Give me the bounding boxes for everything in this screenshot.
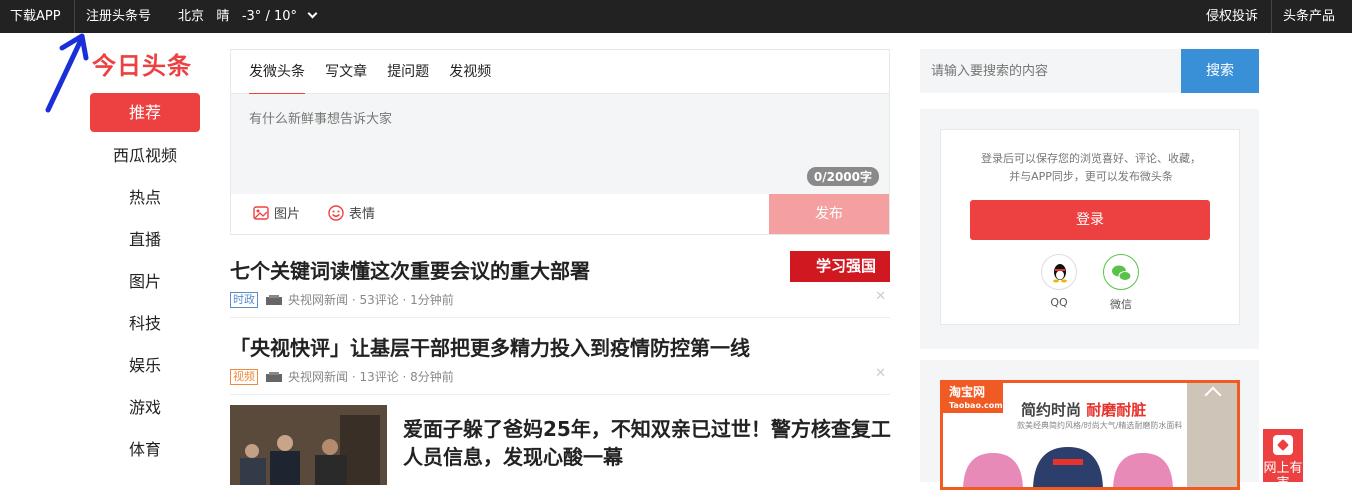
nav-item-live[interactable]: 直播 bbox=[90, 219, 200, 261]
ad-panel: 淘宝网 Taobao.com 简约时尚 耐磨耐脏 款美经典简约风格/时尚大气/精… bbox=[920, 360, 1259, 490]
publish-button[interactable]: 发布 bbox=[769, 194, 889, 234]
image-icon bbox=[253, 206, 269, 220]
emoji-label: 表情 bbox=[349, 207, 376, 222]
news-title[interactable]: 爱面子躲了爸妈25年，不知双亲已过世！警方核查复工 人员信息，发现心酸一幕 bbox=[403, 415, 891, 471]
nav-item-entertainment[interactable]: 娱乐 bbox=[90, 345, 200, 387]
post-placeholder: 有什么新鲜事想告诉大家 bbox=[249, 112, 393, 127]
tab-ask-question[interactable]: 提问题 bbox=[387, 50, 429, 94]
nav-item-games[interactable]: 游戏 bbox=[90, 387, 200, 429]
list-item[interactable]: 爱面子躲了爸妈25年，不知双亲已过世！警方核查复工 人员信息，发现心酸一幕 bbox=[230, 395, 891, 495]
news-title-line: 人员信息，发现心酸一幕 bbox=[403, 445, 623, 469]
news-feed: 七个关键词读懂这次重要会议的重大部署 时政 央视网新闻 · 53评论 · 1分钟… bbox=[230, 241, 891, 495]
nav-item-xigua-video[interactable]: 西瓜视频 bbox=[90, 135, 200, 177]
city: 北京 bbox=[178, 9, 205, 24]
source-avatar-icon bbox=[266, 371, 282, 382]
nav-item-hot[interactable]: 热点 bbox=[90, 177, 200, 219]
news-photo bbox=[230, 405, 387, 485]
news-title[interactable]: 「央视快评」让基层干部把更多精力投入到疫情防控第一线 bbox=[230, 318, 890, 361]
category-tag: 时政 bbox=[230, 291, 258, 308]
insert-image-button[interactable]: 图片 bbox=[253, 194, 300, 234]
ad-headline-highlight: 耐磨耐脏 bbox=[1086, 401, 1147, 419]
search-button[interactable]: 搜索 bbox=[1181, 49, 1259, 93]
qq-icon bbox=[1041, 254, 1077, 290]
news-thumbnail[interactable] bbox=[230, 405, 387, 485]
products-link[interactable]: 头条产品 bbox=[1283, 0, 1335, 33]
char-counter: 0/2000字 bbox=[806, 167, 879, 186]
login-box: 登录后可以保存您的浏览喜好、评论、收藏， 并与APP同步，更可以发布微头条 登录… bbox=[940, 129, 1240, 325]
source-avatar-icon bbox=[266, 294, 282, 305]
insert-emoji-button[interactable]: 表情 bbox=[328, 194, 375, 234]
ad-subtitle: 款美经典简约风格/时尚大气/精选耐磨防水面料 bbox=[1017, 421, 1183, 430]
weather-condition: 晴 bbox=[216, 9, 230, 24]
taobao-logo: 淘宝网 Taobao.com bbox=[943, 383, 1003, 413]
post-textarea[interactable]: 有什么新鲜事想告诉大家 0/2000字 bbox=[231, 94, 889, 194]
qq-login-button[interactable]: QQ bbox=[1039, 254, 1079, 309]
login-panel: 登录后可以保存您的浏览喜好、评论、收藏， 并与APP同步，更可以发布微头条 登录… bbox=[920, 109, 1259, 349]
temperature: -3° / 10° bbox=[241, 9, 297, 24]
divider bbox=[74, 0, 75, 33]
list-item[interactable]: 七个关键词读懂这次重要会议的重大部署 时政 央视网新闻 · 53评论 · 1分钟… bbox=[230, 241, 890, 318]
nav-item-images[interactable]: 图片 bbox=[90, 261, 200, 303]
ad-headline: 简约时尚 耐磨耐脏 bbox=[1021, 399, 1146, 420]
news-source: 央视网新闻 · 53评论 · 1分钟前 bbox=[288, 293, 454, 307]
site-logo[interactable]: 今日头条 bbox=[92, 46, 192, 81]
divider bbox=[1271, 0, 1272, 33]
composer-tabs: 发微头条 写文章 提问题 发视频 bbox=[231, 50, 889, 95]
tab-write-article[interactable]: 写文章 bbox=[325, 50, 367, 94]
report-icon bbox=[1273, 435, 1293, 455]
list-item[interactable]: 「央视快评」让基层干部把更多精力投入到疫情防控第一线 视频 央视网新闻 · 13… bbox=[230, 318, 890, 395]
channel-nav: 推荐 西瓜视频 热点 直播 图片 科技 娱乐 游戏 体育 bbox=[90, 93, 200, 471]
ad-side-images bbox=[1187, 383, 1237, 487]
close-icon[interactable]: ✕ bbox=[875, 289, 886, 304]
nav-item-recommend[interactable]: 推荐 bbox=[90, 93, 200, 132]
login-button[interactable]: 登录 bbox=[970, 200, 1210, 240]
wechat-label: 微信 bbox=[1110, 298, 1132, 311]
search-bar: 搜索 bbox=[920, 49, 1259, 93]
wechat-login-button[interactable]: 微信 bbox=[1101, 254, 1141, 312]
login-tip: 登录后可以保存您的浏览喜好、评论、收藏， 并与APP同步，更可以发布微头条 bbox=[941, 150, 1241, 186]
report-harmful-button[interactable]: 网上有害 bbox=[1263, 429, 1303, 491]
report-link[interactable]: 侵权投诉 bbox=[1206, 0, 1258, 33]
search-input[interactable] bbox=[920, 49, 1181, 93]
xuexi-qiangguo-badge[interactable]: 学习强国 bbox=[790, 251, 890, 282]
weather-widget[interactable]: 北京 晴 -3° / 10° bbox=[178, 0, 318, 33]
image-label: 图片 bbox=[274, 207, 301, 222]
nav-item-sports[interactable]: 体育 bbox=[90, 429, 200, 471]
news-meta: 视频 央视网新闻 · 13评论 · 8分钟前 bbox=[230, 368, 890, 385]
category-tag: 视频 bbox=[230, 368, 258, 385]
nav-item-tech[interactable]: 科技 bbox=[90, 303, 200, 345]
register-link[interactable]: 注册头条号 bbox=[86, 0, 151, 33]
news-source: 央视网新闻 · 13评论 · 8分钟前 bbox=[288, 370, 454, 384]
tab-micro-post[interactable]: 发微头条 bbox=[249, 50, 305, 95]
chevron-down-icon bbox=[307, 8, 318, 19]
emoji-icon bbox=[328, 205, 344, 221]
taobao-logo-sub: Taobao.com bbox=[949, 401, 1003, 410]
close-icon[interactable]: ✕ bbox=[875, 366, 886, 381]
news-meta: 时政 央视网新闻 · 53评论 · 1分钟前 bbox=[230, 291, 890, 308]
post-composer: 发微头条 写文章 提问题 发视频 有什么新鲜事想告诉大家 0/2000字 图片 … bbox=[230, 49, 890, 235]
download-app-link[interactable]: 下载APP bbox=[10, 0, 61, 33]
qq-label: QQ bbox=[1050, 296, 1068, 309]
composer-toolbar: 图片 表情 发布 bbox=[231, 194, 889, 234]
taobao-logo-text: 淘宝网 bbox=[949, 385, 986, 399]
report-harmful-label: 网上有害 bbox=[1263, 461, 1303, 491]
backpack-images bbox=[963, 447, 1173, 487]
taobao-ad[interactable]: 淘宝网 Taobao.com 简约时尚 耐磨耐脏 款美经典简约风格/时尚大气/精… bbox=[940, 380, 1240, 490]
login-tip-line: 登录后可以保存您的浏览喜好、评论、收藏， bbox=[981, 152, 1201, 165]
news-title-line: 爱面子躲了爸妈25年，不知双亲已过世！警方核查复工 bbox=[403, 417, 891, 441]
ad-headline-text: 简约时尚 bbox=[1021, 401, 1082, 419]
tab-post-video[interactable]: 发视频 bbox=[449, 50, 491, 94]
chevron-up-icon[interactable] bbox=[1204, 386, 1222, 404]
login-tip-line: 并与APP同步，更可以发布微头条 bbox=[1009, 170, 1173, 183]
top-bar: 下载APP 注册头条号 北京 晴 -3° / 10° 侵权投诉 头条产品 bbox=[0, 0, 1352, 33]
wechat-icon bbox=[1103, 254, 1139, 290]
